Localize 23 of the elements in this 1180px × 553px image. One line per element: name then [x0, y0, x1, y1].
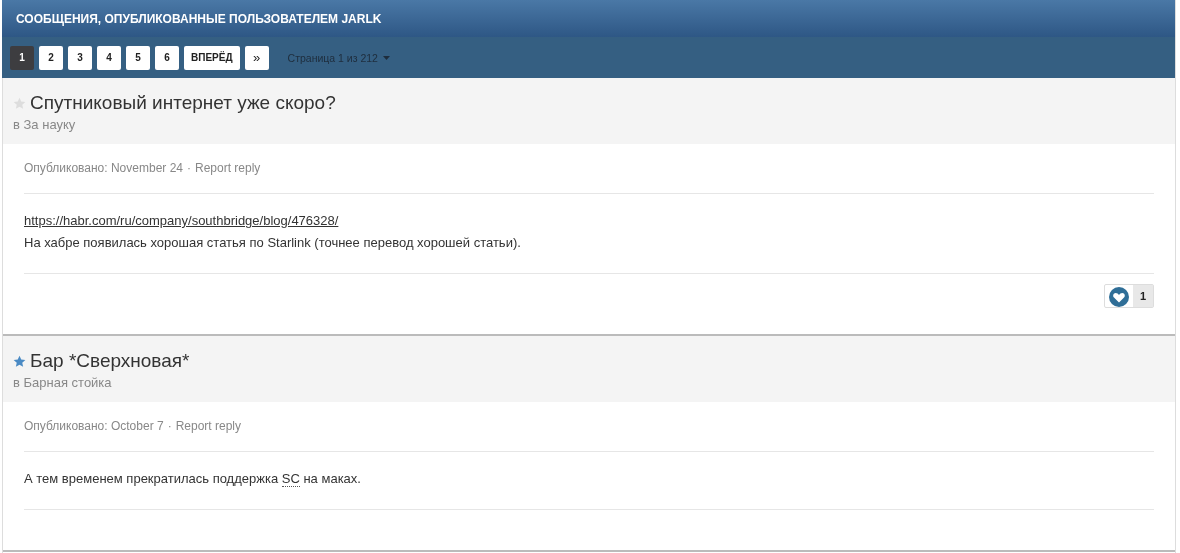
post-title[interactable]: Бар *Сверхновая*	[30, 350, 190, 372]
report-link[interactable]: Report reply	[175, 419, 241, 433]
separator-dot: ·	[167, 419, 172, 433]
post-title[interactable]: Спутниковый интернет уже скоро?	[30, 92, 336, 114]
next-button[interactable]: ВПЕРЁД	[184, 45, 240, 70]
post-text: А тем временем прекратилась поддержка SC на маках.	[24, 470, 362, 489]
like-button[interactable]: 1	[1103, 284, 1154, 308]
page-button[interactable]: 5	[126, 45, 150, 70]
post-link[interactable]: https://habr.com/ru/company/southbridge/blog/476328/	[24, 213, 339, 228]
page-button[interactable]: 2	[39, 45, 63, 70]
caret-icon[interactable]	[382, 55, 390, 60]
post-date: Опубликовано: November 24	[24, 161, 183, 175]
separator-dot: ·	[187, 161, 191, 175]
page-button[interactable]: 3	[68, 45, 92, 70]
star-icon[interactable]	[13, 354, 26, 368]
page-button[interactable]: 1	[10, 45, 34, 70]
page-title: СООБЩЕНИЯ, ОПУБЛИКОВАННЫЕ ПОЛЬЗОВАТЕЛЕМ JARLK	[16, 11, 382, 26]
page-button[interactable]: 6	[155, 45, 179, 70]
page-button[interactable]: 4	[97, 45, 121, 70]
post-date: Опубликовано: October 7	[24, 419, 164, 433]
last-page-button[interactable]: »	[244, 45, 269, 70]
report-link[interactable]: Report reply	[195, 161, 261, 175]
post-text: На хабре появилась хорошая статья по Starlink (точнее перевод хорошей статьи).	[24, 234, 522, 252]
